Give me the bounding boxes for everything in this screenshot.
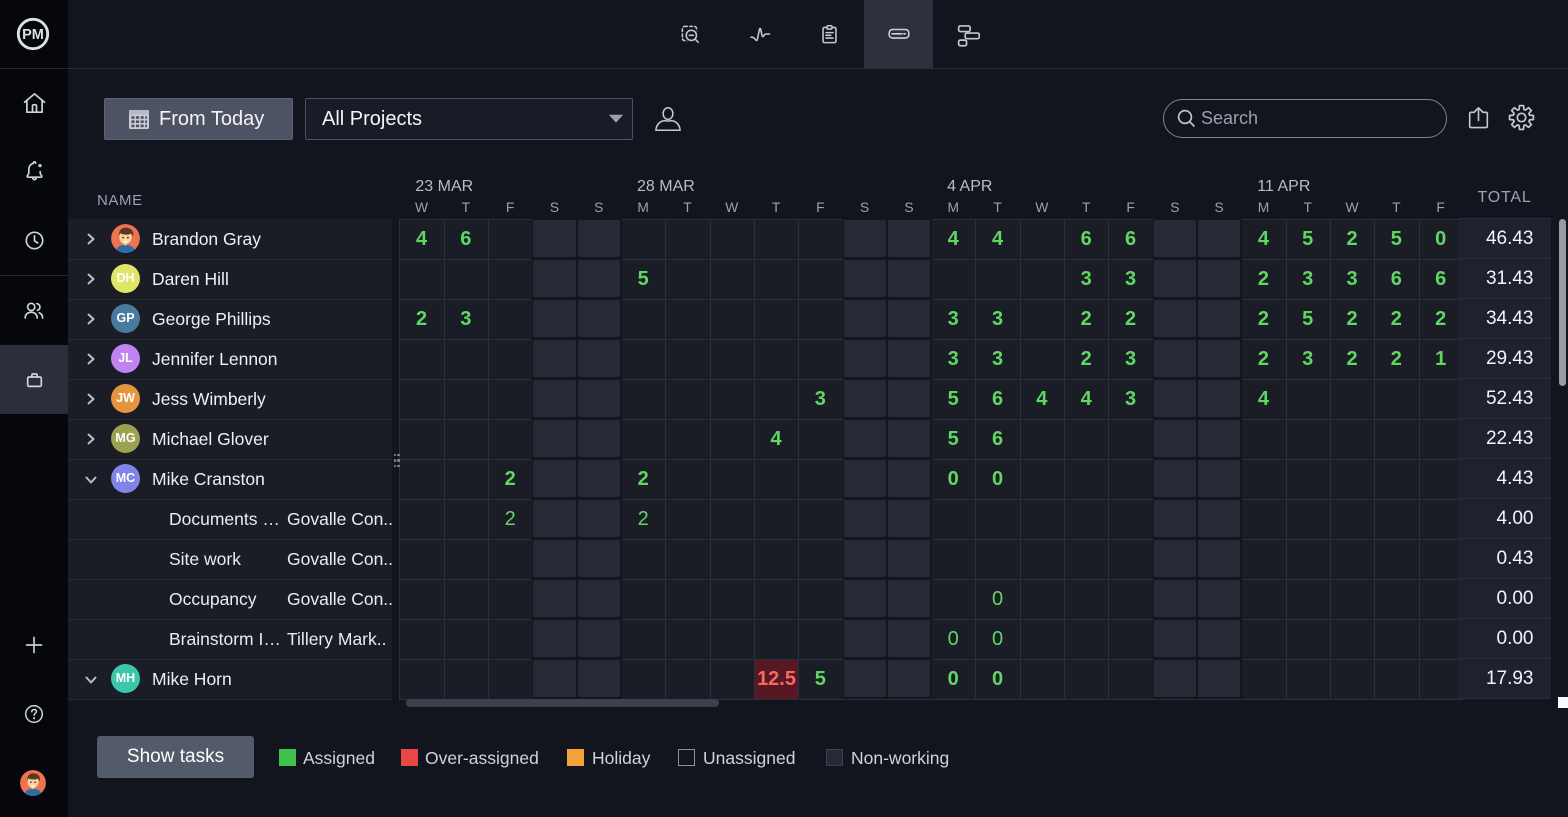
svg-text:PM: PM xyxy=(22,27,44,43)
